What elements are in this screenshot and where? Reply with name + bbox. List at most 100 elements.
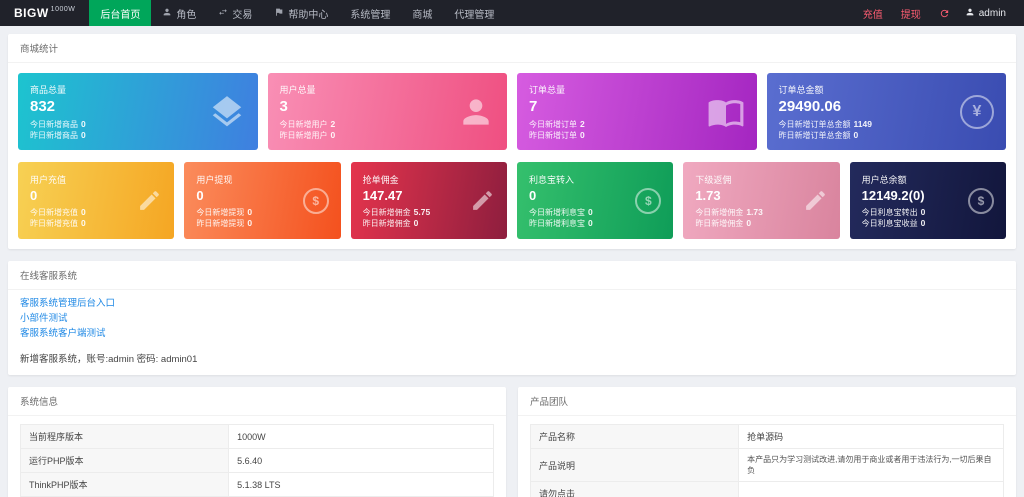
stat-info: 利息宝转入 0 今日新增利息宝0 昨日新增利息宝0 [529, 173, 593, 229]
service-account-note: 新增客服系统，账号:admin 密码: admin01 [20, 351, 1004, 365]
widget-test-link[interactable]: 小部件测试 [20, 311, 68, 326]
stat-card-order-amount: 订单总金额 29490.06 今日新增订单总金额1149 昨日新增订单总金额0 … [767, 73, 1007, 150]
stat-card-products: 商品总量 832 今日新增商品0 昨日新增商品0 [18, 73, 258, 150]
row-label: 当前程序版本 [21, 425, 229, 449]
stat-info: 商品总量 832 今日新增商品0 昨日新增商品0 [30, 83, 86, 141]
stats-panel-title: 商城统计 [8, 34, 1016, 63]
stat-card-user-recharge: 用户充值 0 今日新增充值0 昨日新增充值0 [18, 162, 174, 239]
stat-value: 12149.2(0) [862, 188, 926, 203]
row-value: 1000W [229, 425, 494, 449]
edit-icon [470, 188, 495, 213]
layers-icon [208, 93, 246, 131]
table-row: 当前程序版本1000W [21, 425, 494, 449]
stat-line: 今日利息宝收益0 [862, 218, 926, 229]
row-value [739, 482, 1004, 497]
navbar-right: 充值 提现 admin [854, 0, 1024, 26]
nav-item-agent-manage[interactable]: 代理管理 [443, 0, 505, 26]
brand-logo[interactable]: BIGW1000W [0, 0, 89, 26]
nav-label: 系统管理 [350, 6, 390, 21]
nav-item-help-center[interactable]: 帮助中心 [263, 0, 339, 26]
nav-item-roles[interactable]: 角色 [151, 0, 207, 26]
stat-card-users: 用户总量 3 今日新增用户2 昨日新增用户0 [268, 73, 508, 150]
username: admin [979, 8, 1006, 19]
swap-icon [218, 7, 228, 20]
stat-info: 订单总量 7 今日新增订单2 昨日新增订单0 [529, 83, 585, 141]
top-navbar: BIGW1000W 后台首页 角色 交易 帮助中心 系统管理 商城 代理管理 充… [0, 0, 1024, 26]
product-team-panel: 产品团队 产品名称抢单源码 产品说明本产品只为学习测试改进,请勿用于商业或者用于… [518, 387, 1016, 497]
stat-card-total-balance: 用户总余额 12149.2(0) 今日利息宝转出0 今日利息宝收益0 $ [850, 162, 1006, 239]
stat-line: 昨日新增提现0 [196, 218, 252, 229]
product-team-title: 产品团队 [518, 387, 1016, 416]
row-value: 本产品只为学习测试改进,请勿用于商业或者用于违法行为,一切后果自负 [739, 449, 1004, 482]
system-info-title: 系统信息 [8, 387, 506, 416]
edit-icon [803, 188, 828, 213]
stat-value: 0 [529, 188, 593, 203]
stat-line: 今日新增商品0 [30, 119, 86, 130]
nav-item-dashboard[interactable]: 后台首页 [89, 0, 151, 26]
recharge-link[interactable]: 充值 [854, 6, 892, 21]
stat-card-order-commission: 抢单佣金 147.47 今日新增佣金5.75 昨日新增佣金0 [351, 162, 507, 239]
service-panel-title: 在线客服系统 [8, 261, 1016, 290]
stat-title: 用户总余额 [862, 173, 926, 186]
small-stat-row: 用户充值 0 今日新增充值0 昨日新增充值0 用户提现 0 今日新增提现0 昨日… [18, 162, 1006, 239]
stat-value: 147.47 [363, 188, 431, 203]
stat-title: 抢单佣金 [363, 173, 431, 186]
nav-item-trade[interactable]: 交易 [207, 0, 263, 26]
withdraw-link[interactable]: 提现 [892, 6, 930, 21]
stat-line: 昨日新增利息宝0 [529, 218, 593, 229]
stat-info: 订单总金额 29490.06 今日新增订单总金额1149 昨日新增订单总金额0 [779, 83, 872, 141]
brand-version: 1000W [51, 6, 76, 13]
row-label: 产品名称 [531, 425, 739, 449]
stat-card-interest-in: 利息宝转入 0 今日新增利息宝0 昨日新增利息宝0 $ [517, 162, 673, 239]
user-menu[interactable]: admin [959, 7, 1012, 20]
row-label: ThinkPHP版本 [21, 473, 229, 497]
stat-card-user-withdraw: 用户提现 0 今日新增提现0 昨日新增提现0 $ [184, 162, 340, 239]
stat-title: 订单总量 [529, 83, 585, 96]
stat-title: 利息宝转入 [529, 173, 593, 186]
refresh-icon[interactable] [930, 8, 959, 19]
stat-card-sub-rebate: 下级返佣 1.73 今日新增佣金1.73 昨日新增佣金0 [683, 162, 839, 239]
stat-info: 用户总量 3 今日新增用户2 昨日新增用户0 [280, 83, 336, 141]
stat-line: 昨日新增佣金0 [363, 218, 431, 229]
system-info-table: 当前程序版本1000W 运行PHP版本5.6.40 ThinkPHP版本5.1.… [20, 424, 494, 497]
row-value: 5.1.38 LTS [229, 473, 494, 497]
stats-panel-body: 商品总量 832 今日新增商品0 昨日新增商品0 用户总量 3 今日新增用户2 … [8, 63, 1016, 249]
stat-info: 用户提现 0 今日新增提现0 昨日新增提现0 [196, 173, 252, 229]
service-admin-entry-link[interactable]: 客服系统管理后台入口 [20, 296, 115, 311]
stat-title: 下级返佣 [695, 173, 763, 186]
row-value: 5.6.40 [229, 449, 494, 473]
stat-line: 今日新增充值0 [30, 207, 86, 218]
main-content: 商城统计 商品总量 832 今日新增商品0 昨日新增商品0 用户总量 3 [0, 26, 1024, 497]
nav-item-mall[interactable]: 商城 [401, 0, 443, 26]
table-row: 产品说明本产品只为学习测试改进,请勿用于商业或者用于违法行为,一切后果自负 [531, 449, 1004, 482]
flag-icon [274, 7, 284, 20]
edit-icon [137, 188, 162, 213]
stat-line: 昨日新增佣金0 [695, 218, 763, 229]
stat-line: 今日利息宝转出0 [862, 207, 926, 218]
system-info-panel: 系统信息 当前程序版本1000W 运行PHP版本5.6.40 ThinkPHP版… [8, 387, 506, 497]
stat-line: 昨日新增订单0 [529, 130, 585, 141]
stat-title: 商品总量 [30, 83, 86, 96]
yen-icon: ¥ [960, 95, 994, 129]
nav-label: 商城 [412, 6, 432, 21]
dollar-icon: $ [303, 188, 329, 214]
table-row: 请勿点击 [531, 482, 1004, 497]
nav-label: 后台首页 [100, 6, 140, 21]
nav-label: 代理管理 [454, 6, 494, 21]
nav-item-system-manage[interactable]: 系统管理 [339, 0, 401, 26]
stat-info: 下级返佣 1.73 今日新增佣金1.73 昨日新增佣金0 [695, 173, 763, 229]
big-stat-row: 商品总量 832 今日新增商品0 昨日新增商品0 用户总量 3 今日新增用户2 … [18, 73, 1006, 150]
stat-title: 用户提现 [196, 173, 252, 186]
stat-info: 抢单佣金 147.47 今日新增佣金5.75 昨日新增佣金0 [363, 173, 431, 229]
service-panel: 在线客服系统 客服系统管理后台入口 小部件测试 客服系统客户端测试 新增客服系统… [8, 261, 1016, 375]
product-info-table: 产品名称抢单源码 产品说明本产品只为学习测试改进,请勿用于商业或者用于违法行为,… [530, 424, 1004, 497]
person-icon [162, 7, 172, 20]
stat-line: 今日新增用户2 [280, 119, 336, 130]
stat-line: 今日新增佣金5.75 [363, 207, 431, 218]
service-panel-body: 客服系统管理后台入口 小部件测试 客服系统客户端测试 新增客服系统，账号:adm… [8, 290, 1016, 375]
book-icon [707, 93, 745, 131]
stat-title: 用户总量 [280, 83, 336, 96]
stat-value: 3 [280, 98, 336, 115]
stat-line: 昨日新增充值0 [30, 218, 86, 229]
client-test-link[interactable]: 客服系统客户端测试 [20, 326, 106, 341]
